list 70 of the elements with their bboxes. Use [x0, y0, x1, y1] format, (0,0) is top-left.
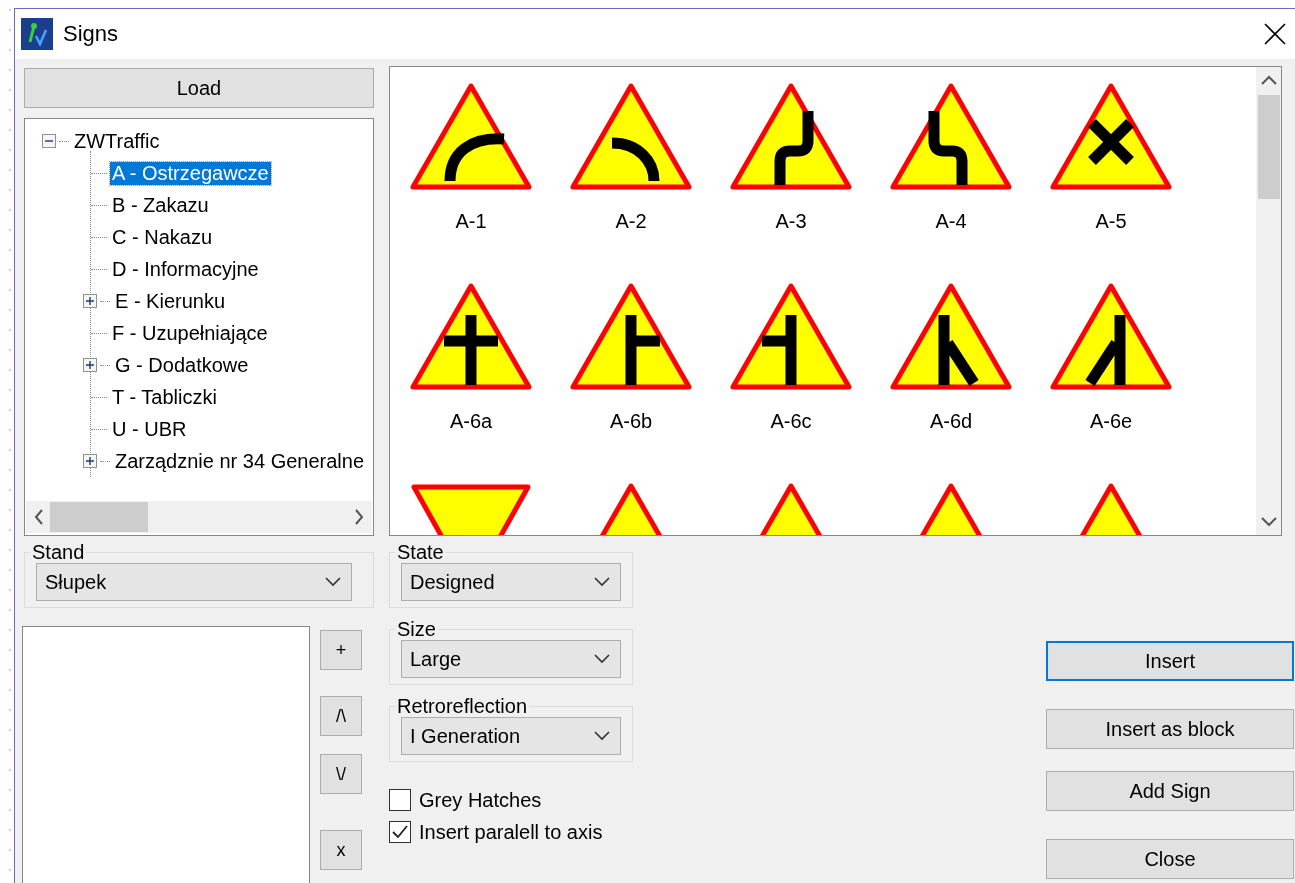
checkbox-label: Grey Hatches — [419, 788, 542, 812]
action-button[interactable]: Insert — [1046, 641, 1294, 681]
tree-item[interactable]: B - Zakazu — [110, 193, 211, 217]
action-button[interactable]: Close — [1046, 839, 1294, 879]
warning-sign-icon[interactable] — [568, 281, 694, 393]
expand-icon[interactable] — [83, 294, 97, 308]
warning-sign-icon[interactable] — [728, 81, 854, 193]
warning-sign-icon[interactable] — [1048, 281, 1174, 393]
checkbox-label: Insert paralell to axis — [419, 820, 603, 844]
scroll-up-icon[interactable] — [1260, 75, 1277, 85]
tree-item[interactable]: ZWTraffic — [72, 129, 162, 153]
scroll-left-icon[interactable] — [34, 509, 44, 525]
tree-item[interactable]: C - Nakazu — [110, 225, 215, 249]
load-button[interactable]: Load — [24, 68, 374, 108]
option-dropdown[interactable]: I Generation — [401, 717, 621, 755]
tree-item[interactable]: D - Informacyjne — [110, 257, 261, 281]
collapse-icon[interactable] — [42, 134, 56, 148]
window-title: Signs — [63, 21, 120, 47]
chevron-icon — [325, 577, 341, 587]
checkbox[interactable] — [389, 789, 411, 811]
group-label: State — [396, 541, 445, 563]
expand-icon[interactable] — [83, 454, 97, 468]
group-label: Retroreflection — [396, 695, 529, 717]
warning-sign-icon[interactable] — [568, 81, 694, 193]
list-button[interactable]: \/ — [320, 754, 362, 794]
scrollbar-thumb[interactable] — [50, 502, 148, 532]
scrollbar-thumb[interactable] — [1257, 95, 1280, 199]
sign-label: A-2 — [615, 209, 647, 233]
sign-label: A-6e — [1089, 409, 1133, 433]
vertical-scrollbar[interactable] — [1256, 67, 1281, 535]
chevron-icon — [594, 731, 610, 741]
warning-sign-icon[interactable] — [408, 81, 534, 193]
app-icon — [21, 18, 53, 50]
warning-sign-icon[interactable] — [408, 281, 534, 393]
tree-item[interactable]: E - Kierunku — [113, 289, 228, 313]
stand-dropdown[interactable]: Słupek — [36, 563, 352, 601]
scroll-down-icon[interactable] — [1260, 517, 1277, 527]
tree-item[interactable]: G - Dodatkowe — [113, 353, 251, 377]
chevron-icon — [594, 577, 610, 587]
group-label: Stand — [31, 541, 86, 563]
sign-label: A-1 — [455, 209, 487, 233]
chevron-icon — [594, 654, 610, 664]
tree-item[interactable]: A - Ostrzegawcze — [110, 161, 271, 185]
warning-sign-icon[interactable] — [888, 281, 1014, 393]
action-button[interactable]: Add Sign — [1046, 771, 1294, 811]
tree-item[interactable]: F - Uzupełniające — [110, 321, 270, 345]
sign-label: A-6c — [770, 409, 812, 433]
sign-label: A-3 — [775, 209, 807, 233]
list-button[interactable]: + — [320, 630, 362, 670]
sign-label: A-6b — [609, 409, 653, 433]
warning-sign-icon[interactable] — [1048, 81, 1174, 193]
sign-label: A-6d — [929, 409, 973, 433]
sign-label: A-4 — [935, 209, 967, 233]
warning-sign-icon[interactable] — [728, 281, 854, 393]
list-button[interactable]: /\ — [320, 696, 362, 736]
checkbox[interactable] — [389, 821, 411, 843]
horizontal-scrollbar[interactable] — [26, 501, 372, 533]
list-button[interactable]: x — [320, 830, 362, 870]
scroll-right-icon[interactable] — [354, 509, 364, 525]
sign-label: A-5 — [1095, 209, 1127, 233]
warning-sign-icon[interactable] — [888, 81, 1014, 193]
sign-label: A-6a — [449, 409, 493, 433]
option-dropdown[interactable]: Large — [401, 640, 621, 678]
tree-item[interactable]: T - Tabliczki — [110, 385, 219, 409]
group-label: Size — [396, 618, 437, 640]
action-button[interactable]: Insert as block — [1046, 709, 1294, 749]
expand-icon[interactable] — [83, 358, 97, 372]
option-dropdown[interactable]: Designed — [401, 563, 621, 601]
tree-item[interactable]: Zarządznie nr 34 Generalne — [113, 449, 367, 473]
tree-item[interactable]: U - UBR — [110, 417, 189, 441]
